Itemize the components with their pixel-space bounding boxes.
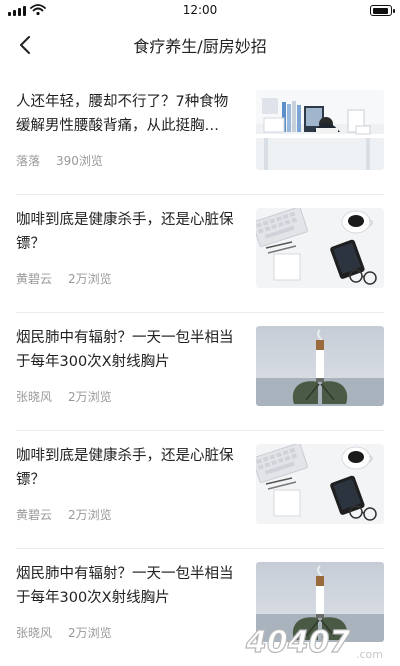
article-meta: 张晓风 2万浏览 [16, 624, 112, 641]
svg-text:40407: 40407 [245, 625, 350, 660]
article-views: 2万浏览 [68, 390, 112, 404]
status-time: 12:00 [182, 3, 218, 17]
article-author: 张晓风 [16, 390, 53, 404]
article-views: 2万浏览 [68, 626, 112, 640]
cigarette-lungs-image [256, 326, 384, 406]
article-item[interactable]: 咖啡到底是健康杀手，还是心脏保镖？ 黄碧云 2万浏览 [16, 430, 384, 548]
page-title: 食疗养生/厨房妙招 [133, 37, 267, 56]
article-item[interactable]: 咖啡到底是健康杀手，还是心脏保镖？ 黄碧云 2万浏览 [16, 194, 384, 312]
battery-icon [370, 5, 395, 16]
article-meta: 黄碧云 2万浏览 [16, 270, 112, 287]
article-title: 咖啡到底是健康杀手，还是心脏保镖？ [16, 448, 234, 488]
article-author: 落落 [16, 154, 41, 168]
status-bar: 12:00 [0, 0, 400, 22]
svg-text:.com: .com [356, 648, 383, 661]
article-meta: 黄碧云 2万浏览 [16, 506, 112, 523]
article-title: 人还年轻，腰却不行了？7种食物缓解男性腰酸背痛，从此挺胸… [16, 94, 229, 134]
article-title: 咖啡到底是健康杀手，还是心脏保镖？ [16, 212, 234, 252]
article-author: 黄碧云 [16, 272, 53, 286]
coffee-desk-image [256, 444, 384, 524]
article-views: 390浏览 [56, 154, 103, 168]
article-views: 2万浏览 [68, 508, 112, 522]
office-desk-image [256, 90, 384, 170]
article-author: 张晓风 [16, 626, 53, 640]
article-list: 人还年轻，腰却不行了？7种食物缓解男性腰酸背痛，从此挺胸… 落落 390浏览 咖… [0, 76, 400, 666]
article-meta: 张晓风 2万浏览 [16, 388, 112, 405]
article-views: 2万浏览 [68, 272, 112, 286]
watermark-logo: 40407 .com [244, 624, 383, 661]
article-title: 烟民肺中有辐射？一天一包半相当于每年300次X射线胸片 [16, 566, 234, 606]
article-meta: 落落 390浏览 [16, 152, 103, 169]
article-author: 黄碧云 [16, 508, 53, 522]
article-title: 烟民肺中有辐射？一天一包半相当于每年300次X射线胸片 [16, 330, 234, 370]
back-button[interactable] [12, 32, 38, 58]
chevron-left-icon [20, 36, 30, 54]
coffee-desk-image [256, 208, 384, 288]
article-item[interactable]: 人还年轻，腰却不行了？7种食物缓解男性腰酸背痛，从此挺胸… 落落 390浏览 [16, 76, 384, 194]
nav-bar: 食疗养生/厨房妙招 [0, 24, 400, 64]
article-item[interactable]: 烟民肺中有辐射？一天一包半相当于每年300次X射线胸片 张晓风 2万浏览 [16, 312, 384, 430]
